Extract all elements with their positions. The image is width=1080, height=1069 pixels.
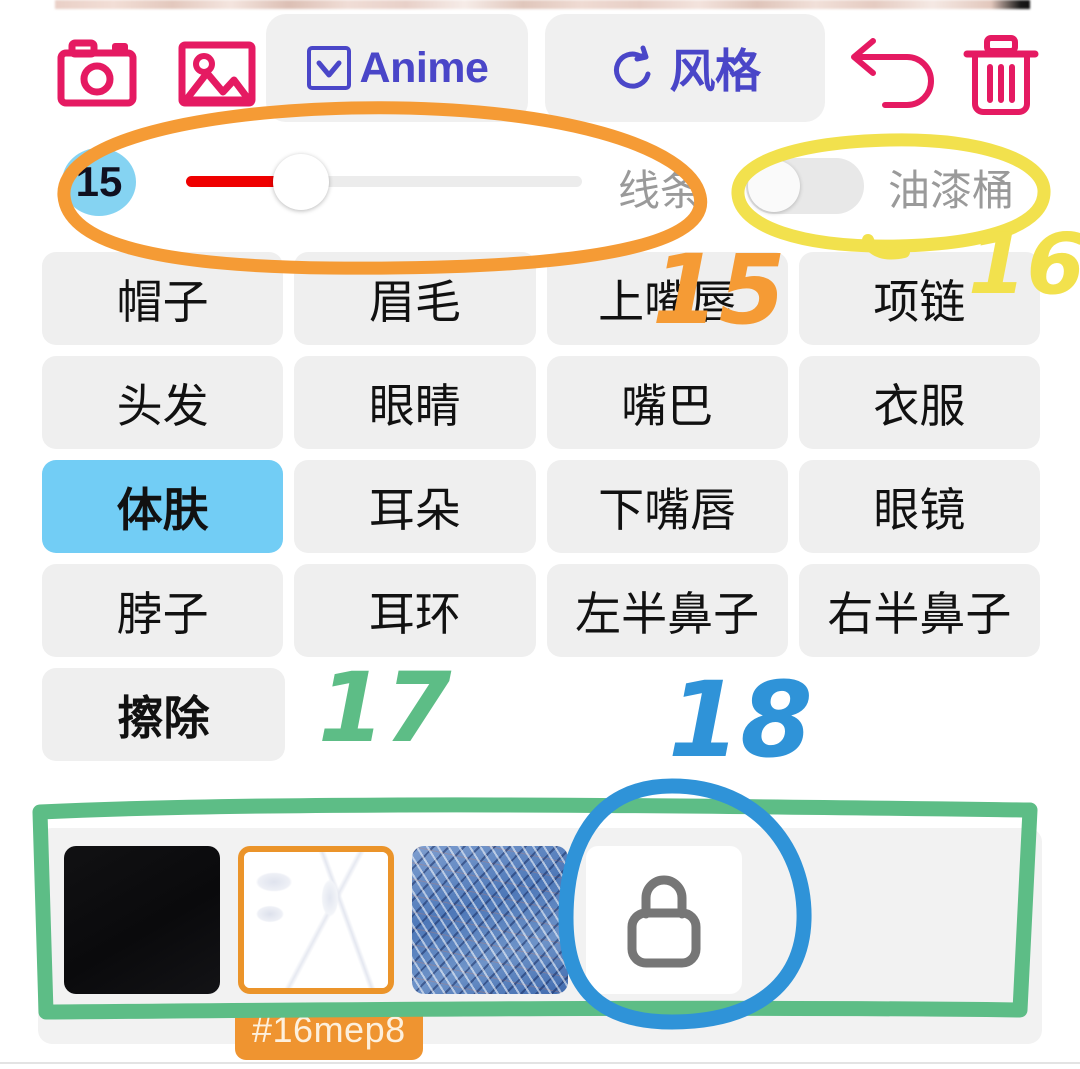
erase-button[interactable]: 擦除 (42, 668, 285, 761)
part-button-upper-lip[interactable]: 上嘴唇 (546, 252, 788, 345)
anime-style-label: Anime (359, 43, 489, 92)
part-row: 体肤 耳朵 下嘴唇 眼镜 (42, 460, 1040, 553)
brush-size-value: 15 (62, 148, 136, 216)
chevron-down-box-icon (306, 46, 351, 90)
anime-style-button[interactable]: Anime (266, 14, 528, 122)
thumbnail-blue-texture[interactable] (412, 846, 568, 994)
part-button-glasses[interactable]: 眼镜 (798, 460, 1040, 553)
part-button-clothes[interactable]: 衣服 (798, 356, 1040, 449)
toggle-knob (748, 160, 800, 212)
part-button-left-nose[interactable]: 左半鼻子 (546, 564, 788, 657)
part-button-mouth[interactable]: 嘴巴 (546, 356, 788, 449)
part-button-eyebrows[interactable]: 眉毛 (294, 252, 536, 345)
part-button-right-nose[interactable]: 右半鼻子 (798, 564, 1040, 657)
style-button[interactable]: 风格 (545, 14, 825, 122)
delete-button[interactable] (956, 32, 1046, 120)
refresh-ccw-icon (613, 45, 650, 89)
part-button-hat[interactable]: 帽子 (42, 252, 284, 345)
undo-button[interactable] (842, 34, 942, 118)
trash-icon (963, 35, 1039, 115)
toolbar: Anime 风格 (0, 14, 1080, 123)
part-button-body-skin[interactable]: 体肤 (42, 460, 284, 553)
sketch-preview (244, 852, 388, 988)
brush-size-row: 15 线条 油漆桶 (0, 140, 1080, 226)
thumbnail-sketch[interactable] (238, 846, 394, 994)
part-button-hair[interactable]: 头发 (42, 356, 284, 449)
image-icon (178, 41, 256, 107)
thumbnail-locked[interactable] (586, 846, 742, 994)
part-button-necklace[interactable]: 项链 (798, 252, 1040, 345)
bottom-divider (0, 1062, 1080, 1064)
paint-bucket-toggle[interactable] (746, 158, 864, 214)
image-editor-panel: Anime 风格 15 线条 油漆桶 帽子 眉毛 上嘴唇 项链 头发 眼睛 嘴巴… (0, 0, 1080, 1069)
line-mode-label: 线条 (618, 167, 703, 214)
part-button-lower-lip[interactable]: 下嘴唇 (546, 460, 788, 553)
style-label: 风格 (669, 45, 762, 97)
camera-button[interactable] (52, 36, 142, 114)
lock-icon (627, 875, 701, 968)
style-tag-badge: #16mep8 (235, 1004, 423, 1060)
part-button-ear[interactable]: 耳朵 (294, 460, 536, 553)
part-row: 头发 眼睛 嘴巴 衣服 (42, 356, 1040, 449)
slider-thumb[interactable] (273, 154, 329, 210)
thumbnail-dark[interactable] (64, 846, 220, 994)
paint-bucket-label: 油漆桶 (888, 167, 1015, 214)
photo-preview-edge (55, 0, 1030, 9)
camera-icon (57, 39, 137, 107)
part-button-eyes[interactable]: 眼睛 (294, 356, 536, 449)
brush-size-slider[interactable] (186, 176, 582, 187)
undo-arrow-icon (851, 38, 934, 108)
part-row: 脖子 耳环 左半鼻子 右半鼻子 (42, 564, 1040, 657)
thumbnail-strip (38, 828, 1042, 1044)
gallery-button[interactable] (172, 36, 262, 114)
part-row: 帽子 眉毛 上嘴唇 项链 (42, 252, 1040, 345)
part-row: 擦除 (42, 668, 1040, 761)
part-selection-grid: 帽子 眉毛 上嘴唇 项链 头发 眼睛 嘴巴 衣服 体肤 耳朵 下嘴唇 眼镜 脖子… (42, 252, 1040, 772)
part-button-neck[interactable]: 脖子 (42, 564, 284, 657)
part-button-earring[interactable]: 耳环 (294, 564, 536, 657)
